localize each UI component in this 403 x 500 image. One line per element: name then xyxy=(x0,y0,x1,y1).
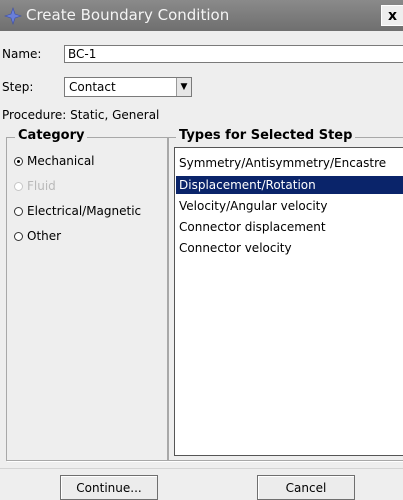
app-icon xyxy=(4,7,22,25)
list-item-connector-velocity[interactable]: Connector velocity xyxy=(176,239,403,257)
radio-icon xyxy=(14,231,23,241)
radio-fluid: Fluid xyxy=(14,179,56,193)
close-icon: x xyxy=(387,7,398,24)
procedure-text: Procedure: Static, General xyxy=(2,108,160,122)
radio-icon xyxy=(14,181,23,191)
list-item-displacement-rotation[interactable]: Displacement/Rotation xyxy=(176,176,403,194)
radio-label: Electrical/Magnetic xyxy=(27,204,142,218)
step-select-value: Contact xyxy=(69,80,116,94)
radio-selected-icon xyxy=(14,156,23,166)
step-select[interactable]: Contact ▼ xyxy=(64,77,192,97)
types-title: Types for Selected Step xyxy=(176,128,356,143)
list-item-symmetry[interactable]: Symmetry/Antisymmetry/Encastre xyxy=(176,154,403,172)
types-list[interactable]: Symmetry/Antisymmetry/Encastre Displacem… xyxy=(174,147,403,456)
list-item-connector-displacement[interactable]: Connector displacement xyxy=(176,218,403,236)
bottom-separator xyxy=(0,468,403,469)
cancel-button[interactable]: Cancel xyxy=(257,475,355,500)
step-label: Step: xyxy=(2,80,34,94)
title-bar[interactable]: Create Boundary Condition x xyxy=(0,0,403,31)
continue-button[interactable]: Continue... xyxy=(60,475,158,500)
radio-mechanical[interactable]: Mechanical xyxy=(14,154,95,168)
list-item-velocity[interactable]: Velocity/Angular velocity xyxy=(176,197,403,215)
close-button[interactable]: x xyxy=(381,5,403,26)
category-title: Category xyxy=(15,128,88,143)
window-title: Create Boundary Condition xyxy=(26,6,230,24)
radio-label: Other xyxy=(27,229,62,243)
name-field[interactable] xyxy=(64,45,403,63)
name-label: Name: xyxy=(2,47,42,61)
radio-other[interactable]: Other xyxy=(14,229,61,243)
dropdown-arrow-icon[interactable]: ▼ xyxy=(176,78,191,96)
radio-electrical-magnetic[interactable]: Electrical/Magnetic xyxy=(14,204,141,218)
radio-label: Fluid xyxy=(27,179,56,193)
radio-label: Mechanical xyxy=(27,154,95,168)
radio-icon xyxy=(14,206,23,216)
